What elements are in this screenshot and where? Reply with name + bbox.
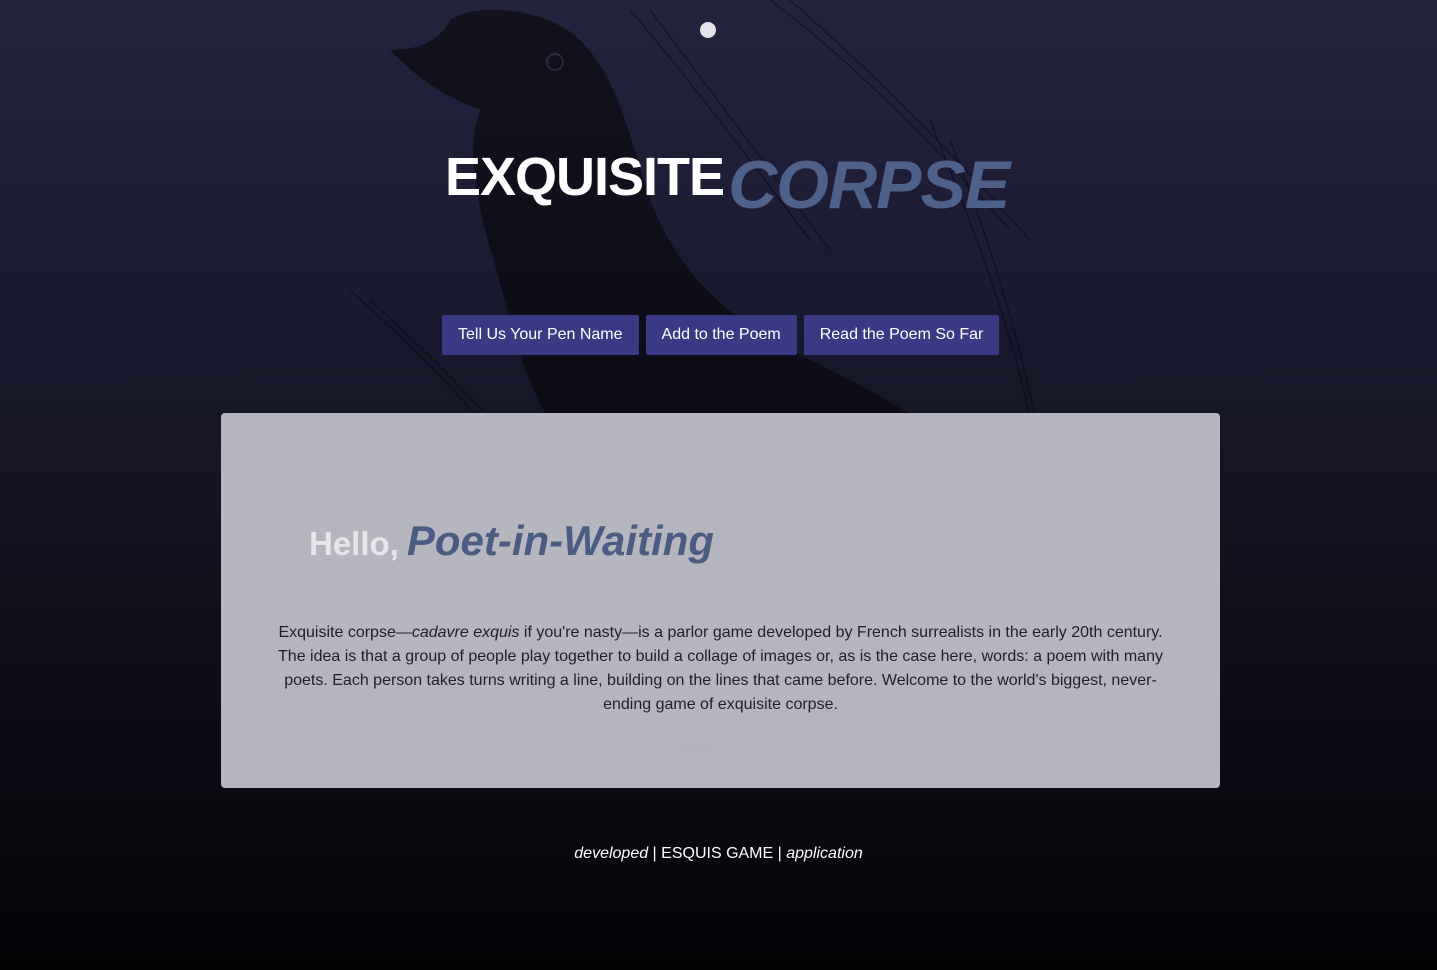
app-title: EXQUISITECORPSE [445,140,1010,224]
main-nav: Tell Us Your Pen Name Add to the Poem Re… [442,315,1000,355]
welcome-card: Hello, Poet-in-Waiting Exquisite corpse—c… [221,413,1220,788]
poet-name: Poet-in-Waiting [406,517,715,564]
greeting-heading: Hello, Poet-in-Waiting [309,517,714,565]
pen-name-button[interactable]: Tell Us Your Pen Name [442,315,639,355]
desc-italic: cadavre exquis [411,624,520,641]
greeting-word: Hello, [309,525,399,562]
footer-right: application [786,845,863,862]
read-poem-button[interactable]: Read the Poem So Far [803,315,1000,355]
dot-icon [700,22,716,38]
desc-part1: Exquisite corpse— [278,624,412,641]
footer-sep1: | [648,845,662,862]
add-to-poem-button[interactable]: Add to the Poem [645,315,797,355]
footer: developed | ESQUIS GAME | application [0,845,1437,863]
title-corpse: CORPSE [728,147,1010,223]
footer-sep2: | [773,845,787,862]
title-exquisite: EXQUISITE [445,147,725,207]
footer-middle: ESQUIS GAME [661,845,774,862]
footer-left: developed [574,845,649,862]
description-text: Exquisite corpse—cadavre exquis if you'r… [271,621,1170,717]
